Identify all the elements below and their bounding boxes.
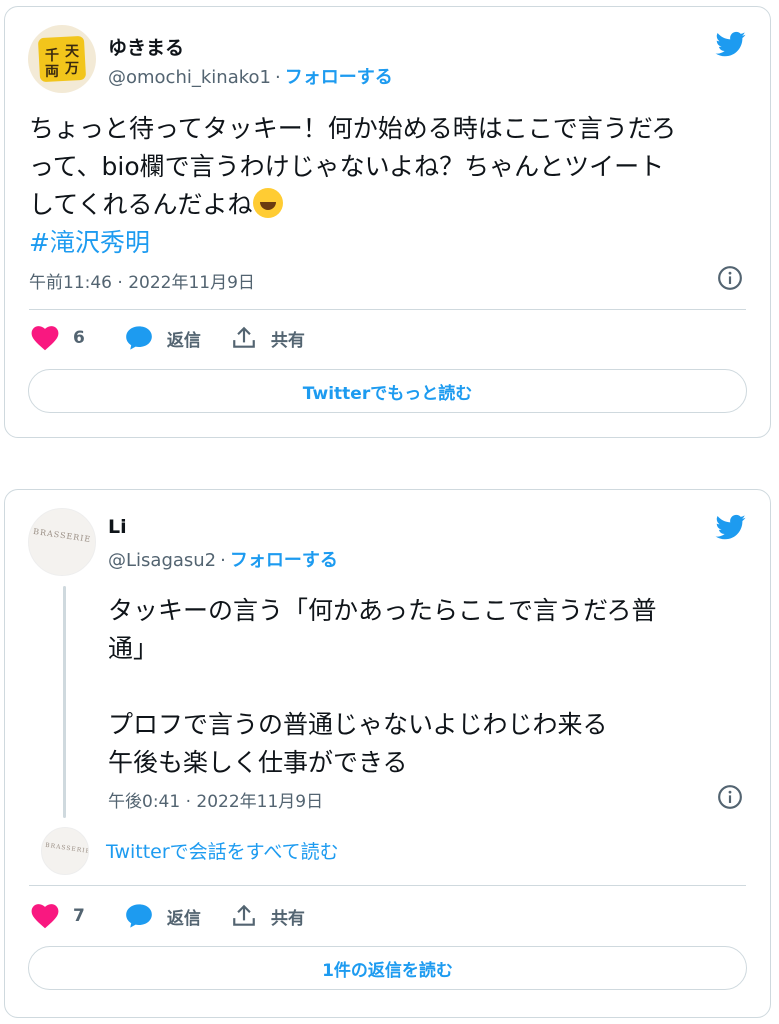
divider <box>29 885 746 886</box>
hashtag-link[interactable]: #滝沢秀明 <box>29 228 150 257</box>
tweet-text: ちょっと待ってタッキー！何か始める時はここで言うだろ って、bio欄で言うわけじ… <box>29 114 677 257</box>
user-handle[interactable]: @Lisagasu2 <box>108 550 216 571</box>
like-count: 6 <box>73 328 85 348</box>
like-count: 7 <box>73 906 85 926</box>
action-bar: 7 返信 共有 <box>31 903 335 929</box>
reply-button[interactable]: 返信 <box>125 903 201 929</box>
read-conversation-link[interactable]: Twitterで会話をすべて読む <box>106 837 339 864</box>
avatar[interactable]: BRASSERIE <box>28 508 96 576</box>
info-icon[interactable] <box>717 784 743 810</box>
reply-bubble-icon <box>126 904 152 928</box>
read-replies-button[interactable]: 1件の返信を読む <box>28 946 747 990</box>
heart-icon <box>31 904 59 929</box>
small-avatar[interactable]: BRASSERIE <box>41 827 89 875</box>
share-button[interactable]: 共有 <box>231 325 305 351</box>
thread-connector-line <box>63 586 66 818</box>
timestamp[interactable]: 午前11:46 · 2022年11月9日 <box>29 268 255 293</box>
display-name[interactable]: Li <box>108 516 127 538</box>
twitter-bird-icon[interactable] <box>713 29 749 59</box>
like-button[interactable]: 6 <box>31 325 85 351</box>
reply-bubble-icon <box>126 326 152 350</box>
handle-row: @Lisagasu2 · フォローする <box>108 550 338 571</box>
read-more-button[interactable]: Twitterでもっと読む <box>28 369 747 413</box>
tweet-text: タッキーの言う「何かあったらここで言うだろ普 通」 プロフで言うの普通じゃないよ… <box>108 596 657 777</box>
handle-row: @omochi_kinako1 · フォローする <box>108 67 393 88</box>
share-upload-icon <box>233 904 255 926</box>
reply-button[interactable]: 返信 <box>125 325 201 351</box>
share-upload-icon <box>233 326 255 348</box>
follow-button[interactable]: フォローする <box>230 550 338 571</box>
divider <box>29 309 746 310</box>
twitter-bird-icon[interactable] <box>713 512 749 542</box>
follow-button[interactable]: フォローする <box>285 67 393 88</box>
timestamp[interactable]: 午後0:41 · 2022年11月9日 <box>108 787 323 812</box>
info-icon[interactable] <box>717 265 743 291</box>
rolling-laughing-emoji-icon <box>252 188 283 218</box>
heart-icon <box>31 326 59 351</box>
avatar[interactable]: 千 天 両 万 <box>28 25 96 93</box>
share-button[interactable]: 共有 <box>231 903 305 929</box>
display-name[interactable]: ゆきまる <box>108 33 184 60</box>
like-button[interactable]: 7 <box>31 903 85 929</box>
tweet-card-1: 千 天 両 万 ゆきまる @omochi_kinako1 · フォローする ちょっと… <box>4 6 771 438</box>
user-handle[interactable]: @omochi_kinako1 <box>108 67 271 88</box>
tweet-card-2: BRASSERIE Li @Lisagasu2 · フォローする タッキーの言う「何… <box>4 489 771 1018</box>
action-bar: 6 返信 共有 <box>31 325 335 351</box>
